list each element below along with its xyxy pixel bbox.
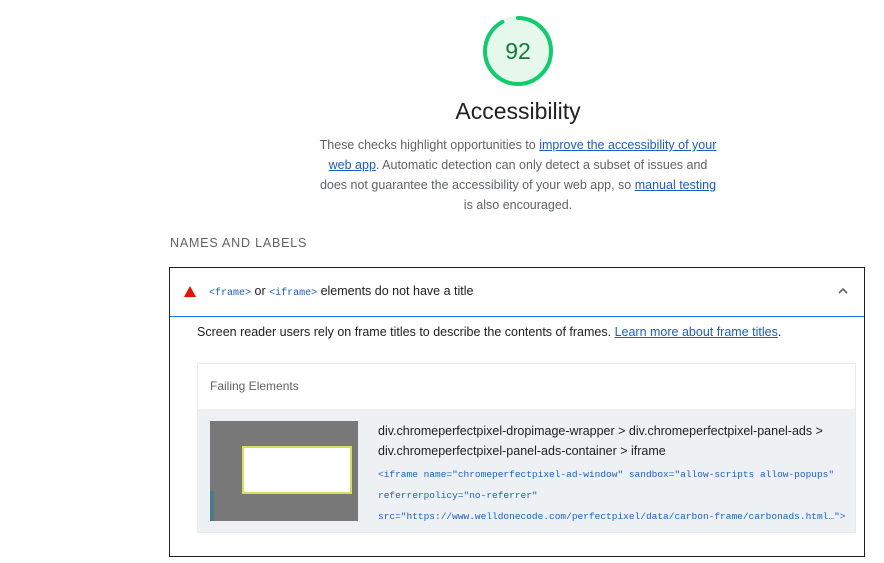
audit-title: <frame> or <iframe> elements do not have… xyxy=(209,284,473,299)
table-row: div.chromeperfectpixel-dropimage-wrapper… xyxy=(198,409,855,532)
audit-title-text: elements do not have a title xyxy=(317,284,474,298)
details-table: Failing Elements div.chromeperfectpixel-… xyxy=(197,363,856,533)
code-frame: <frame> xyxy=(209,288,252,299)
chevron-up-icon[interactable] xyxy=(834,282,852,300)
score-value: 92 xyxy=(505,38,531,64)
category-desc-text-3: is also encouraged. xyxy=(463,198,573,212)
audit-desc-end: . xyxy=(777,325,782,339)
code-iframe: <iframe> xyxy=(269,288,318,299)
audit-description: Screen reader users rely on frame titles… xyxy=(197,325,781,339)
element-snippet: <iframe name="chromeperfectpixel-ad-wind… xyxy=(378,464,848,527)
element-screenshot[interactable] xyxy=(210,421,358,521)
element-selector: div.chromeperfectpixel-dropimage-wrapper… xyxy=(378,424,823,458)
category-description: These checks highlight opportunities to … xyxy=(318,135,718,215)
audit-desc-text: Screen reader users rely on frame titles… xyxy=(197,325,615,339)
highlight-box xyxy=(242,446,352,494)
category-title: Accessibility xyxy=(455,98,581,124)
audit-frame-title: <frame> or <iframe> elements do not have… xyxy=(169,267,865,557)
fail-triangle-icon xyxy=(184,286,196,297)
snippet-line: <iframe name="chromeperfectpixel-ad-wind… xyxy=(378,469,835,480)
score-gauge: 92 xyxy=(481,14,555,88)
group-title: NAMES AND LABELS xyxy=(170,236,308,250)
category-desc-text-1: These checks highlight opportunities to xyxy=(319,138,540,152)
manual-testing-link[interactable]: manual testing xyxy=(635,178,716,192)
snippet-line: src="https://www.welldonecode.com/perfec… xyxy=(378,511,846,522)
details-header: Failing Elements xyxy=(210,379,299,393)
snippet-line: referrerpolicy="no-referrer" xyxy=(378,490,538,501)
audit-header[interactable]: <frame> or <iframe> elements do not have… xyxy=(170,268,864,317)
audit-title-or: or xyxy=(251,284,270,298)
learn-more-link[interactable]: Learn more about frame titles xyxy=(615,325,778,339)
thumb-strip xyxy=(210,491,214,521)
